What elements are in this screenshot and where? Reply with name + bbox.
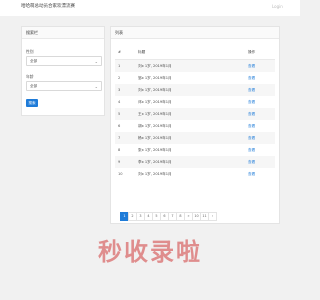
view-link[interactable]: 查看 [245, 84, 275, 96]
view-link[interactable]: 查看 [245, 132, 275, 144]
watermark: 秒收录啦 [98, 238, 202, 266]
row-index: 1 [115, 59, 135, 72]
view-link[interactable]: 查看 [245, 108, 275, 120]
search-panel-header: 搜索栏 [22, 27, 104, 39]
row-title: 邓x 1岁, 2019年1月 [138, 99, 172, 104]
search-panel-title: 搜索栏 [26, 30, 38, 35]
row-index: 2 [118, 76, 121, 80]
row-title: 刘x 1岁, 2019年1月 [135, 59, 245, 72]
table-row: 6 胡x 1岁, 2019年1月 查看 [115, 120, 275, 132]
list-panel: 列表 # 标题 操作 1 刘x 1岁, 2019年1月 查看 2 邹x 1岁, 2019… [110, 26, 280, 224]
view-link[interactable]: 查看 [245, 156, 275, 168]
row-index: 4 [118, 100, 121, 104]
chevron-down-icon: ⌄ [94, 58, 98, 64]
row-title: 李x 1岁, 2019年1月 [135, 156, 245, 168]
row-index: 7 [115, 132, 135, 144]
search-panel: 搜索栏 性别 全部 ⌄ 年龄 全部 ⌄ 搜索 [21, 26, 105, 116]
column-header-action: 操作 [245, 45, 275, 60]
site-title[interactable]: 哈哈萌总动员合家欢漂流赛 [21, 3, 75, 9]
row-index: 10 [118, 172, 123, 176]
column-header-title: 标题 [135, 45, 245, 60]
pagination: 1 2 3 4 5 6 7 8» 10 11 › [120, 212, 217, 221]
gender-label: 性别 [26, 49, 34, 54]
row-title: 王x 1岁, 2019年1月 [135, 108, 245, 120]
view-link[interactable]: 查看 [245, 96, 275, 108]
table-header-row: # 标题 操作 [115, 45, 275, 60]
row-index: 6 [118, 124, 121, 128]
row-title: 张x 1岁, 2019年1月 [138, 147, 172, 152]
age-select-value: 全部 [30, 84, 38, 88]
table-row: 3 刘x 1岁, 2019年1月 查看 [115, 84, 275, 96]
top-nav-bar: 哈哈萌总动员合家欢漂流赛 Login [0, 0, 300, 16]
row-index: 9 [115, 156, 135, 168]
row-title: 邹x 1岁, 2019年1月 [138, 75, 172, 80]
row-title: 杨x 1岁, 2019年1月 [135, 132, 245, 144]
table-row: 7 杨x 1岁, 2019年1月 查看 [115, 132, 275, 144]
table-row: 10 刘x 1岁, 2019年1月 查看 [115, 168, 275, 180]
search-button[interactable]: 搜索 [26, 99, 38, 107]
row-title: 刘x 1岁, 2019年1月 [135, 84, 245, 96]
gender-select[interactable]: 全部 ⌄ [26, 56, 102, 66]
list-panel-header: 列表 [111, 27, 279, 39]
chevron-down-icon: ⌄ [94, 83, 98, 89]
table-row: 8 张x 1岁, 2019年1月 查看 [115, 144, 275, 156]
column-header-index: # [115, 45, 135, 60]
page-button[interactable]: › [208, 212, 217, 221]
row-title: 胡x 1岁, 2019年1月 [138, 123, 172, 128]
view-link[interactable]: 查看 [245, 72, 275, 84]
table-row: 2 邹x 1岁, 2019年1月 查看 [115, 72, 275, 84]
age-select[interactable]: 全部 ⌄ [26, 81, 102, 91]
row-index: 5 [115, 108, 135, 120]
table-row: 5 王x 1岁, 2019年1月 查看 [115, 108, 275, 120]
view-link[interactable]: 查看 [245, 144, 275, 156]
gender-select-value: 全部 [30, 59, 38, 63]
age-label: 年龄 [26, 74, 34, 79]
row-title: 刘x 1岁, 2019年1月 [138, 171, 172, 176]
table-row: 4 邓x 1岁, 2019年1月 查看 [115, 96, 275, 108]
results-table: # 标题 操作 1 刘x 1岁, 2019年1月 查看 2 邹x 1岁, 2019年1月… [115, 45, 275, 180]
table-row: 1 刘x 1岁, 2019年1月 查看 [115, 59, 275, 72]
view-link[interactable]: 查看 [245, 59, 275, 72]
login-link[interactable]: Login [272, 4, 283, 9]
view-link[interactable]: 查看 [245, 168, 275, 180]
view-link[interactable]: 查看 [245, 120, 275, 132]
list-panel-title: 列表 [115, 30, 123, 35]
table-row: 9 李x 1岁, 2019年1月 查看 [115, 156, 275, 168]
row-index: 8 [118, 148, 121, 152]
row-index: 3 [115, 84, 135, 96]
